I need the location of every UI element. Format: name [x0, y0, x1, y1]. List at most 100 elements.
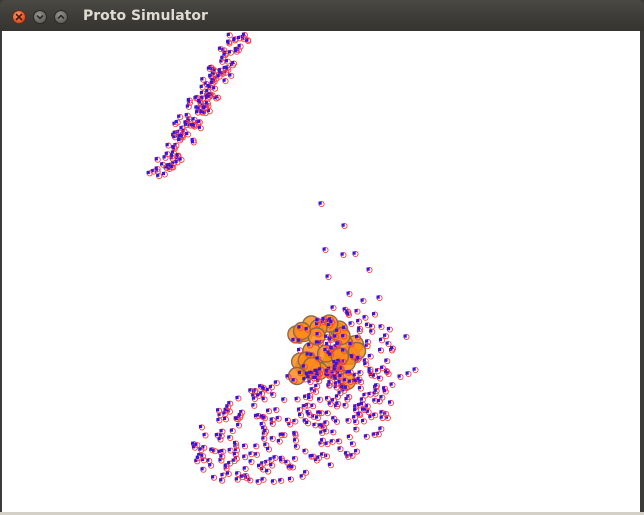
device — [362, 314, 369, 321]
device — [265, 408, 273, 415]
device — [269, 435, 276, 442]
device — [307, 395, 314, 402]
device — [352, 250, 359, 258]
device — [217, 436, 224, 443]
device — [325, 273, 332, 281]
device — [327, 401, 334, 408]
chevron-up-icon — [57, 14, 65, 19]
device — [412, 366, 419, 374]
device — [357, 369, 364, 377]
device — [219, 58, 226, 65]
device — [260, 476, 267, 483]
device — [360, 418, 368, 425]
device — [265, 387, 272, 394]
device — [222, 78, 229, 85]
device — [330, 304, 337, 312]
device — [231, 60, 238, 67]
device — [278, 477, 285, 484]
device — [242, 454, 249, 461]
device — [337, 446, 344, 453]
device — [206, 83, 213, 90]
device — [379, 414, 386, 422]
device — [227, 49, 234, 56]
device — [296, 347, 304, 354]
devices — [146, 32, 419, 486]
device — [212, 85, 219, 92]
device — [354, 308, 361, 315]
device — [161, 171, 168, 178]
device — [382, 388, 389, 395]
device — [263, 428, 270, 435]
device — [273, 406, 280, 414]
device — [281, 432, 288, 439]
device — [216, 417, 223, 424]
device — [296, 407, 303, 414]
close-button[interactable] — [12, 10, 26, 24]
close-icon — [15, 13, 23, 21]
device — [384, 358, 391, 365]
device — [251, 402, 258, 409]
device — [270, 478, 277, 485]
device — [382, 333, 390, 340]
device — [353, 419, 360, 426]
simulation-canvas[interactable] — [2, 31, 640, 512]
active-device — [292, 321, 312, 341]
device — [362, 392, 369, 399]
device — [324, 441, 331, 448]
device — [385, 340, 392, 348]
device — [297, 412, 305, 419]
device — [290, 464, 297, 471]
device — [363, 433, 370, 440]
device — [363, 361, 370, 368]
device — [226, 32, 233, 39]
maximize-button[interactable] — [54, 10, 68, 24]
device — [293, 443, 300, 450]
device — [341, 222, 348, 230]
device — [224, 58, 231, 65]
device — [210, 474, 218, 481]
device — [405, 370, 412, 378]
minimize-button[interactable] — [33, 10, 47, 24]
title-bar[interactable]: Proto Simulator — [0, 0, 644, 31]
device — [378, 323, 385, 331]
device — [242, 465, 249, 472]
device — [310, 403, 317, 410]
device-field — [146, 32, 419, 486]
device — [178, 156, 185, 163]
device — [219, 453, 226, 460]
device — [312, 422, 319, 429]
device — [215, 407, 223, 414]
device — [379, 394, 386, 401]
device — [373, 382, 381, 389]
device — [268, 384, 275, 391]
device — [261, 396, 268, 403]
device — [371, 311, 379, 318]
device — [174, 119, 181, 126]
device — [248, 451, 255, 458]
device — [346, 290, 353, 298]
device — [227, 434, 234, 441]
device — [229, 428, 236, 435]
device — [340, 251, 347, 259]
device — [273, 379, 280, 387]
device — [397, 373, 404, 381]
device — [317, 396, 324, 403]
device — [160, 161, 167, 168]
device — [222, 410, 229, 417]
device — [165, 142, 172, 149]
device — [374, 367, 382, 375]
device — [389, 381, 396, 389]
device — [369, 328, 376, 335]
device — [316, 454, 323, 462]
device — [275, 415, 282, 422]
device — [356, 318, 363, 325]
device — [377, 375, 384, 382]
device — [366, 266, 373, 274]
device — [292, 418, 299, 425]
device — [177, 137, 184, 144]
device — [272, 454, 279, 461]
device — [378, 426, 385, 433]
device — [318, 200, 325, 208]
device — [197, 125, 204, 132]
device — [219, 477, 226, 484]
